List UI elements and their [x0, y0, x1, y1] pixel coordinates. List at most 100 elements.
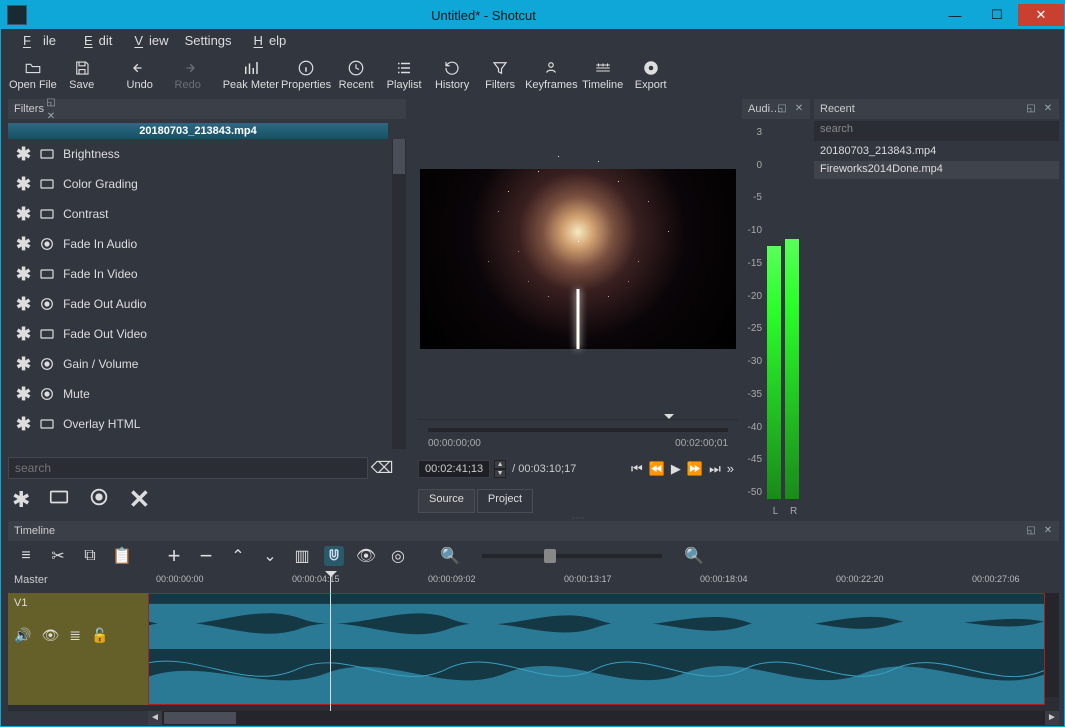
minimize-button[interactable]: — [934, 4, 976, 26]
track-mute-icon[interactable]: 🔊 [14, 627, 31, 644]
timeline-hscroll[interactable]: ◄ ► [148, 711, 1059, 725]
scrub-audio-icon[interactable]: 👁 [356, 546, 376, 566]
asterisk-icon: ✱ [16, 324, 31, 345]
lift-icon[interactable]: ⌃ [228, 546, 248, 566]
timeline-vscroll[interactable] [1045, 593, 1059, 697]
asterisk-icon: ✱ [16, 174, 31, 195]
menu-view[interactable]: View [122, 31, 174, 50]
peak-meter-button[interactable]: Peak Meter [223, 53, 279, 97]
filter-audio-icon[interactable] [88, 486, 110, 514]
timecode-spinner[interactable]: ▲▼ [494, 460, 506, 478]
history-button[interactable]: History [429, 53, 475, 97]
filter-item[interactable]: ✱ Fade Out Video [8, 319, 406, 349]
rewind-icon[interactable]: ⏪ [649, 461, 665, 477]
undock-icon[interactable]: ◱ [775, 101, 789, 115]
overwrite-icon[interactable]: ⌄ [260, 546, 280, 566]
track-lock-icon[interactable]: 🔓 [91, 627, 108, 644]
filter-video-icon[interactable] [48, 486, 70, 514]
master-track-label[interactable]: Master [8, 571, 148, 593]
timeline-playhead[interactable] [330, 571, 331, 711]
clear-search-icon[interactable]: ⌫ [368, 457, 396, 479]
menu-edit[interactable]: Edit [72, 31, 118, 50]
tab-source[interactable]: Source [418, 489, 475, 513]
panel-close-icon[interactable]: ✕ [1041, 101, 1055, 115]
filter-label: Fade Out Video [63, 327, 147, 341]
next-icon[interactable]: » [727, 461, 734, 477]
filters-search-input[interactable] [8, 457, 368, 479]
filter-item[interactable]: ✱Fade In Audio [8, 229, 406, 259]
zoom-slider[interactable] [482, 554, 662, 558]
forward-icon[interactable]: ⏩ [687, 461, 703, 477]
maximize-button[interactable]: ☐ [976, 4, 1018, 26]
audio-scale-tick: 3 [756, 127, 762, 138]
filter-list[interactable]: ✱Brightness✱Color Grading✱Contrast✱Fade … [8, 139, 406, 449]
menu-settings[interactable]: Settings [179, 31, 238, 50]
snap-icon[interactable] [324, 546, 344, 566]
timeline-panel: Timeline ◱✕ ≡ ✂ ⧉ 📋 + − ⌃ ⌄ ▥ 👁 ◎ 🔍 [8, 521, 1059, 725]
track-composite-icon[interactable]: ≣ [69, 627, 81, 644]
undock-icon[interactable]: ◱ [1024, 101, 1038, 115]
undock-icon[interactable]: ◱ [1024, 523, 1038, 537]
scroll-left-icon[interactable]: ◄ [148, 711, 162, 725]
append-icon[interactable]: + [164, 546, 184, 566]
properties-button[interactable]: Properties [281, 53, 331, 97]
cut-icon[interactable]: ✂ [48, 546, 68, 566]
panel-close-icon[interactable]: ✕ [792, 101, 806, 115]
recent-button[interactable]: Recent [333, 53, 379, 97]
timeline-menu-icon[interactable]: ≡ [16, 546, 36, 566]
track-header-v1[interactable]: V1 🔊 👁 ≣ 🔓 [8, 593, 148, 705]
current-timecode[interactable]: 00:02:41;13 [418, 460, 490, 478]
filters-scrollbar[interactable] [392, 139, 406, 449]
preview-scrubber[interactable]: 00:00:00;00 00:02:00;01 [418, 419, 738, 457]
skip-end-icon[interactable]: ⏭ [709, 461, 721, 477]
filter-item[interactable]: ✱Mute [8, 379, 406, 409]
preview-viewport[interactable] [420, 169, 736, 349]
copy-icon[interactable]: ⧉ [80, 546, 100, 566]
filter-favorite-icon[interactable]: ✱ [12, 487, 30, 513]
tab-project[interactable]: Project [477, 489, 533, 513]
skip-start-icon[interactable]: ⏮ [631, 461, 643, 477]
ruler-tick: 00:00:22:20 [836, 574, 884, 584]
panel-close-icon[interactable]: ✕ [1041, 523, 1055, 537]
filter-item[interactable]: ✱Fade In Video [8, 259, 406, 289]
scroll-right-icon[interactable]: ► [1045, 711, 1059, 725]
monitor-icon [39, 266, 55, 282]
timeline-ruler[interactable]: 00:00:00:0000:00:04:1500:00:09:0200:00:1… [148, 571, 1059, 593]
filters-button[interactable]: Filters [477, 53, 523, 97]
audio-scale-tick: -10 [748, 225, 762, 236]
menu-help[interactable]: Help [242, 31, 293, 50]
timeline-clip[interactable] [148, 593, 1045, 705]
panel-close-icon[interactable]: ✕ [44, 109, 58, 123]
play-icon[interactable]: ▶ [671, 461, 681, 477]
paste-icon[interactable]: 📋 [112, 546, 132, 566]
filter-item[interactable]: ✱Brightness [8, 139, 406, 169]
recent-item[interactable]: Fireworks2014Done.mp4 [814, 161, 1059, 179]
remove-icon[interactable]: − [196, 546, 216, 566]
ruler-tick: 00:00:13:17 [564, 574, 612, 584]
open-file-button[interactable]: Open File [9, 53, 57, 97]
track-hide-icon[interactable]: 👁 [41, 627, 59, 644]
undock-icon[interactable]: ◱ [44, 95, 58, 109]
menu-file[interactable]: File [11, 31, 68, 50]
selected-clip-label[interactable]: 20180703_213843.mp4 [8, 123, 388, 139]
app-icon [7, 5, 27, 25]
export-button[interactable]: Export [628, 53, 674, 97]
recent-search-input[interactable]: search [814, 121, 1059, 141]
filter-close-icon[interactable]: ✕ [128, 484, 150, 515]
save-button[interactable]: Save [59, 53, 105, 97]
filter-item[interactable]: ✱Color Grading [8, 169, 406, 199]
close-button[interactable]: ✕ [1018, 4, 1064, 26]
filter-item[interactable]: ✱Fade Out Audio [8, 289, 406, 319]
timeline-button[interactable]: Timeline [580, 53, 626, 97]
filter-item[interactable]: ✱Contrast [8, 199, 406, 229]
filter-item[interactable]: ✱Gain / Volume [8, 349, 406, 379]
recent-item[interactable]: 20180703_213843.mp4 [814, 143, 1059, 161]
keyframes-button[interactable]: Keyframes [525, 53, 578, 97]
filter-item[interactable]: ✱Overlay HTML [8, 409, 406, 439]
zoom-in-icon[interactable]: 🔍 [684, 546, 704, 566]
zoom-out-icon[interactable]: 🔍 [440, 546, 460, 566]
playlist-button[interactable]: Playlist [381, 53, 427, 97]
undo-button[interactable]: Undo [117, 53, 163, 97]
split-icon[interactable]: ▥ [292, 546, 312, 566]
ripple-icon[interactable]: ◎ [388, 546, 408, 566]
